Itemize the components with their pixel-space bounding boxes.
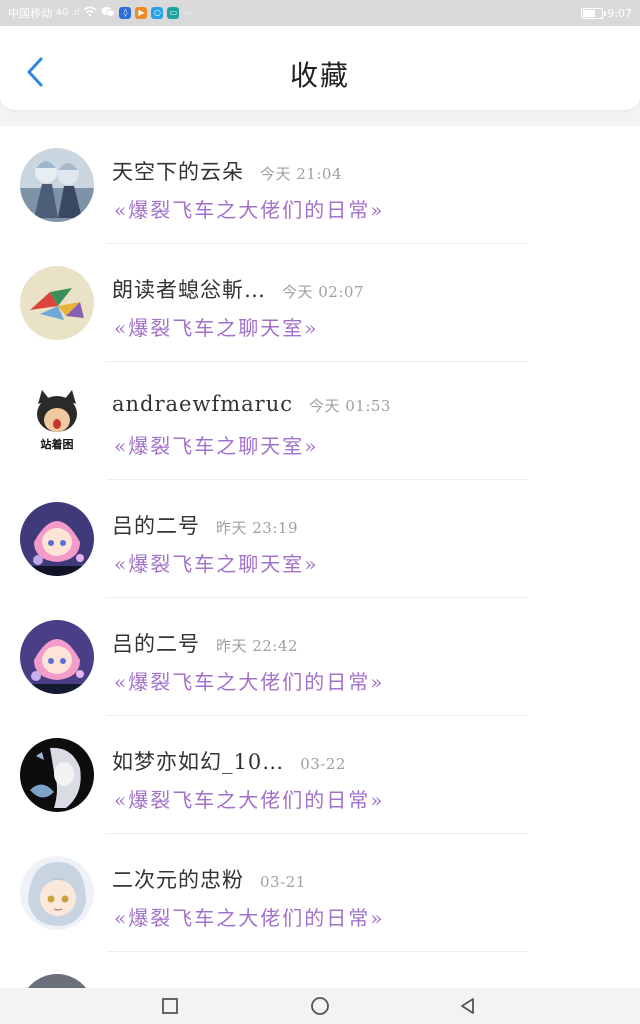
paper-crane-avatar (20, 266, 94, 340)
page-title: 收藏 (289, 59, 350, 92)
group-name: «爆裂飞车之大佬们的日常» (114, 788, 385, 812)
avatar[interactable]: 站着困 (20, 384, 94, 458)
app-search-icon: ○ (151, 7, 164, 19)
recent-apps-button[interactable] (160, 996, 180, 1016)
timestamp: 03-22 (300, 755, 346, 773)
timestamp: 今天 02:07 (282, 283, 364, 301)
group-name: «爆裂飞车之聊天室» (114, 434, 319, 458)
avatar[interactable] (20, 738, 94, 812)
timestamp: 今天 01:53 (308, 397, 391, 415)
home-button[interactable] (310, 996, 330, 1016)
avatar[interactable] (20, 974, 94, 988)
user-name: 如梦亦如幻_10… (112, 750, 285, 774)
avatar[interactable] (20, 148, 94, 222)
group-name: «爆裂飞车之聊天室» (114, 552, 319, 576)
name-line: andraewfmaruc 今天 01:53 (112, 392, 391, 416)
nav-back-button[interactable] (458, 996, 478, 1016)
pink-hair-avatar (20, 620, 94, 694)
favorite-item[interactable]: 吕的二号 昨天 22:42 «爆裂飞车之大佬们的日常» (0, 598, 640, 716)
clock: 9:07 (607, 6, 632, 20)
favorite-item[interactable]: 二次元的忠粉 03-21 «爆裂飞车之大佬们的日常» (0, 834, 640, 952)
app-teal-icon: ▭ (167, 7, 180, 19)
favorites-list: 天空下的云朵 今天 21:04 «爆裂飞车之大佬们的日常» 朗读者螅忩斬… 今天… (0, 126, 640, 988)
avatar[interactable] (20, 266, 94, 340)
more-dots-icon: ··· (183, 6, 194, 20)
name-line: 吕的二号 昨天 23:19 (112, 510, 298, 540)
status-bar-left: 中国移动 4G .ıl ◊ ▶ ○ ▭ ··· (8, 5, 194, 21)
app-orange-icon: ▶ (135, 7, 148, 19)
system-nav-bar (0, 988, 640, 1024)
name-line: 朗读者螅忩斬… 今天 02:07 (112, 274, 364, 304)
battery-icon (581, 7, 607, 19)
user-name: andraewfmaruc (112, 392, 293, 416)
favorite-item[interactable]: 站着困 andraewfmaruc 今天 01:53 «爆裂飞车之聊天室» (0, 362, 640, 480)
timestamp: 昨天 23:19 (216, 519, 298, 537)
group-name: «爆裂飞车之大佬们的日常» (114, 906, 385, 930)
avatar[interactable] (20, 502, 94, 576)
favorite-item[interactable]: 吕的二号 昨天 23:19 «爆裂飞车之聊天室» (0, 480, 640, 598)
favorite-item[interactable] (0, 952, 640, 988)
group-name: «爆裂飞车之聊天室» (114, 316, 319, 340)
name-line: 吕的二号 昨天 22:42 (112, 628, 298, 658)
circle-icon (311, 997, 329, 1015)
timestamp: 03-21 (260, 873, 306, 891)
timestamp: 今天 21:04 (260, 165, 342, 183)
name-line: 二次元的忠粉 03-21 (112, 864, 306, 894)
pink-hair-avatar (20, 502, 94, 576)
favorite-item[interactable]: 朗读者螅忩斬… 今天 02:07 «爆裂飞车之聊天室» (0, 244, 640, 362)
favorite-item[interactable]: 天空下的云朵 今天 21:04 «爆裂飞车之大佬们的日常» (0, 126, 640, 244)
header-bar: 收藏 (0, 26, 640, 110)
avatar[interactable] (20, 620, 94, 694)
avatar[interactable] (20, 856, 94, 930)
group-name: «爆裂飞车之大佬们的日常» (114, 198, 385, 222)
user-name: 二次元的忠粉 (112, 868, 244, 892)
triangle-back-icon (461, 998, 474, 1014)
status-bar-right: 9:07 (581, 7, 632, 20)
name-line: 天空下的云朵 今天 21:04 (112, 156, 342, 186)
carrier-label: 中国移动 (8, 7, 52, 20)
status-bar: 中国移动 4G .ıl ◊ ▶ ○ ▭ ··· 9:07 (0, 0, 640, 26)
silver-hair-avatar (20, 856, 94, 930)
app-blue-icon: ◊ (119, 7, 132, 19)
favorite-item[interactable]: 如梦亦如幻_10… 03-22 «爆裂飞车之大佬们的日常» (0, 716, 640, 834)
name-line: 如梦亦如幻_10… 03-22 (112, 746, 346, 776)
wechat-icon (101, 6, 116, 21)
avatar-caption: 站着困 (40, 438, 74, 451)
user-name: 吕的二号 (112, 514, 200, 538)
anime-duo-avatar (20, 148, 94, 222)
square-icon (162, 998, 178, 1014)
wifi-icon (83, 6, 97, 20)
signal-label: 4G .ıl (56, 8, 80, 18)
timestamp: 昨天 22:42 (216, 637, 298, 655)
user-name: 天空下的云朵 (112, 160, 244, 184)
user-name: 朗读者螅忩斬… (112, 278, 266, 302)
user-name: 吕的二号 (112, 632, 200, 656)
group-name: «爆裂飞车之大佬们的日常» (114, 670, 385, 694)
monochrome-girl-avatar (20, 738, 94, 812)
